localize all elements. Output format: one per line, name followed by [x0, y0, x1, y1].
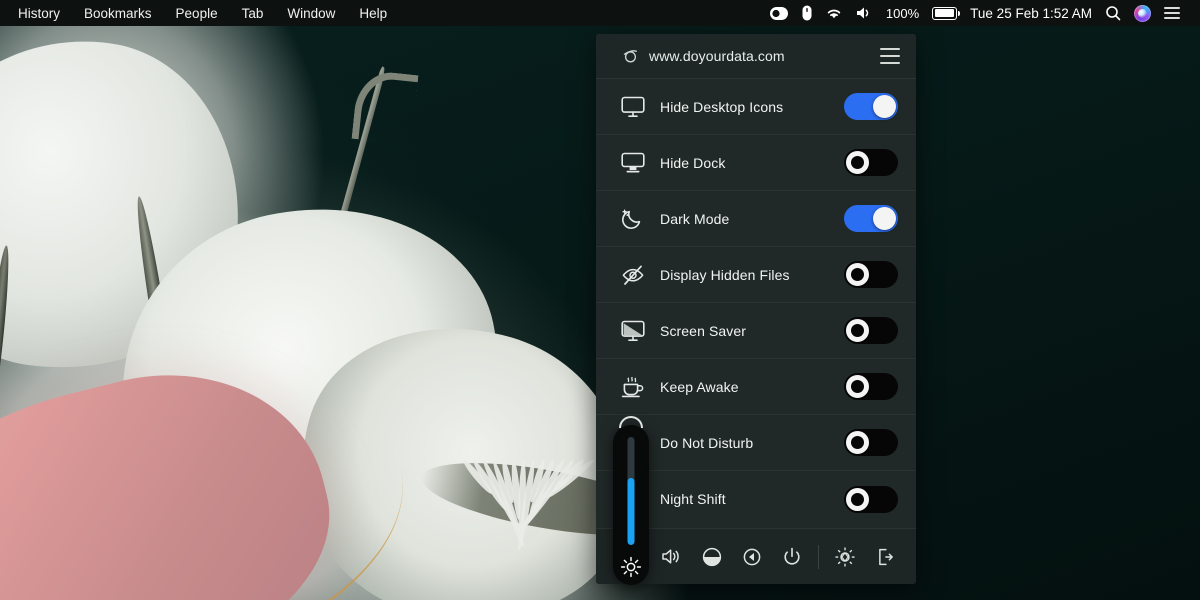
- flower-stamens: [400, 420, 610, 590]
- row-label: Dark Mode: [660, 210, 730, 227]
- control-center-icon[interactable]: [1164, 7, 1180, 19]
- row-label: Hide Desktop Icons: [660, 98, 784, 115]
- globe-icon: [622, 48, 639, 65]
- toggle-knob: [846, 151, 869, 174]
- row-dark-mode[interactable]: Dark Mode: [596, 191, 916, 247]
- toggle-knob: [846, 431, 869, 454]
- toolbar-quit[interactable]: [865, 537, 905, 577]
- panel-header: www.doyourdata.com: [596, 34, 916, 79]
- row-hide-dock[interactable]: Hide Dock: [596, 135, 916, 191]
- toggle-knob: [873, 95, 896, 118]
- row-label: Do Not Disturb: [660, 434, 754, 451]
- row-label: Hide Dock: [660, 154, 726, 171]
- dock-monitor-icon: [618, 149, 648, 177]
- row-label: Night Shift: [660, 491, 726, 507]
- toggle-knob: [846, 263, 869, 286]
- toggle-switch[interactable]: [844, 205, 898, 232]
- moon-stars-icon: [618, 205, 648, 233]
- menu-window[interactable]: Window: [275, 4, 347, 23]
- toggle-switch[interactable]: [844, 317, 898, 344]
- toolbar-power[interactable]: [772, 537, 812, 577]
- menu-bar: History Bookmarks People Tab Window Help 100%…: [0, 0, 1200, 26]
- toggle-switch[interactable]: [844, 373, 898, 400]
- row-screen-saver[interactable]: Screen Saver: [596, 303, 916, 359]
- menu-bar-items: History Bookmarks People Tab Window Help: [0, 4, 399, 23]
- toggle-knob: [846, 319, 869, 342]
- row-display-hidden-files[interactable]: Display Hidden Files: [596, 247, 916, 303]
- toggle-switch[interactable]: [844, 149, 898, 176]
- do-not-disturb-icon[interactable]: [769, 6, 789, 21]
- toolbar-volume[interactable]: [652, 537, 692, 577]
- toggle-knob: [873, 207, 896, 230]
- menu-tab[interactable]: Tab: [230, 4, 276, 23]
- row-label: Screen Saver: [660, 322, 747, 339]
- toolbar-contrast[interactable]: [692, 537, 732, 577]
- toggle-switch[interactable]: [844, 261, 898, 288]
- row-label: Display Hidden Files: [660, 266, 790, 283]
- wifi-icon[interactable]: [825, 6, 843, 20]
- menu-help[interactable]: Help: [347, 4, 399, 23]
- toggle-switch[interactable]: [844, 429, 898, 456]
- toggle-knob: [846, 487, 869, 511]
- siri-icon[interactable]: [1134, 4, 1151, 22]
- hamburger-menu-icon[interactable]: [880, 48, 900, 64]
- site-url-label: www.doyourdata.com: [649, 48, 785, 64]
- toggle-knob: [846, 375, 869, 398]
- toggle-switch[interactable]: [844, 485, 898, 513]
- menu-bookmarks[interactable]: Bookmarks: [72, 4, 164, 23]
- eye-slash-icon: [618, 261, 648, 289]
- brightness-slider-track[interactable]: [627, 437, 635, 545]
- battery-icon[interactable]: [932, 6, 961, 20]
- search-icon[interactable]: [1105, 5, 1121, 21]
- toolbar-divider: [818, 544, 819, 569]
- desktop-screen: History Bookmarks People Tab Window Help 100%…: [0, 0, 1200, 600]
- row-hide-desktop-icons[interactable]: Hide Desktop Icons: [596, 79, 916, 135]
- volume-icon[interactable]: [856, 6, 873, 20]
- monitor-icon: [618, 93, 648, 121]
- toolbar-eject[interactable]: [732, 537, 772, 577]
- mouse-icon[interactable]: [802, 5, 812, 21]
- brightness-slider[interactable]: [613, 416, 649, 585]
- coffee-cup-icon: [618, 373, 648, 401]
- battery-percentage: 100%: [885, 5, 920, 21]
- clock-date[interactable]: Tue 25 Feb 1:52 AM: [970, 6, 1092, 21]
- sun-icon: [620, 556, 642, 578]
- row-label: Keep Awake: [660, 378, 739, 395]
- toolbar-settings[interactable]: [825, 537, 865, 577]
- screen-saver-icon: [618, 317, 648, 345]
- brightness-slider-fill: [627, 478, 635, 545]
- menu-history[interactable]: History: [6, 4, 72, 23]
- row-keep-awake[interactable]: Keep Awake: [596, 359, 916, 415]
- toggle-switch[interactable]: [844, 93, 898, 120]
- menu-people[interactable]: People: [164, 4, 230, 23]
- menu-bar-status-items: 100% Tue 25 Feb 1:52 AM: [769, 4, 1190, 22]
